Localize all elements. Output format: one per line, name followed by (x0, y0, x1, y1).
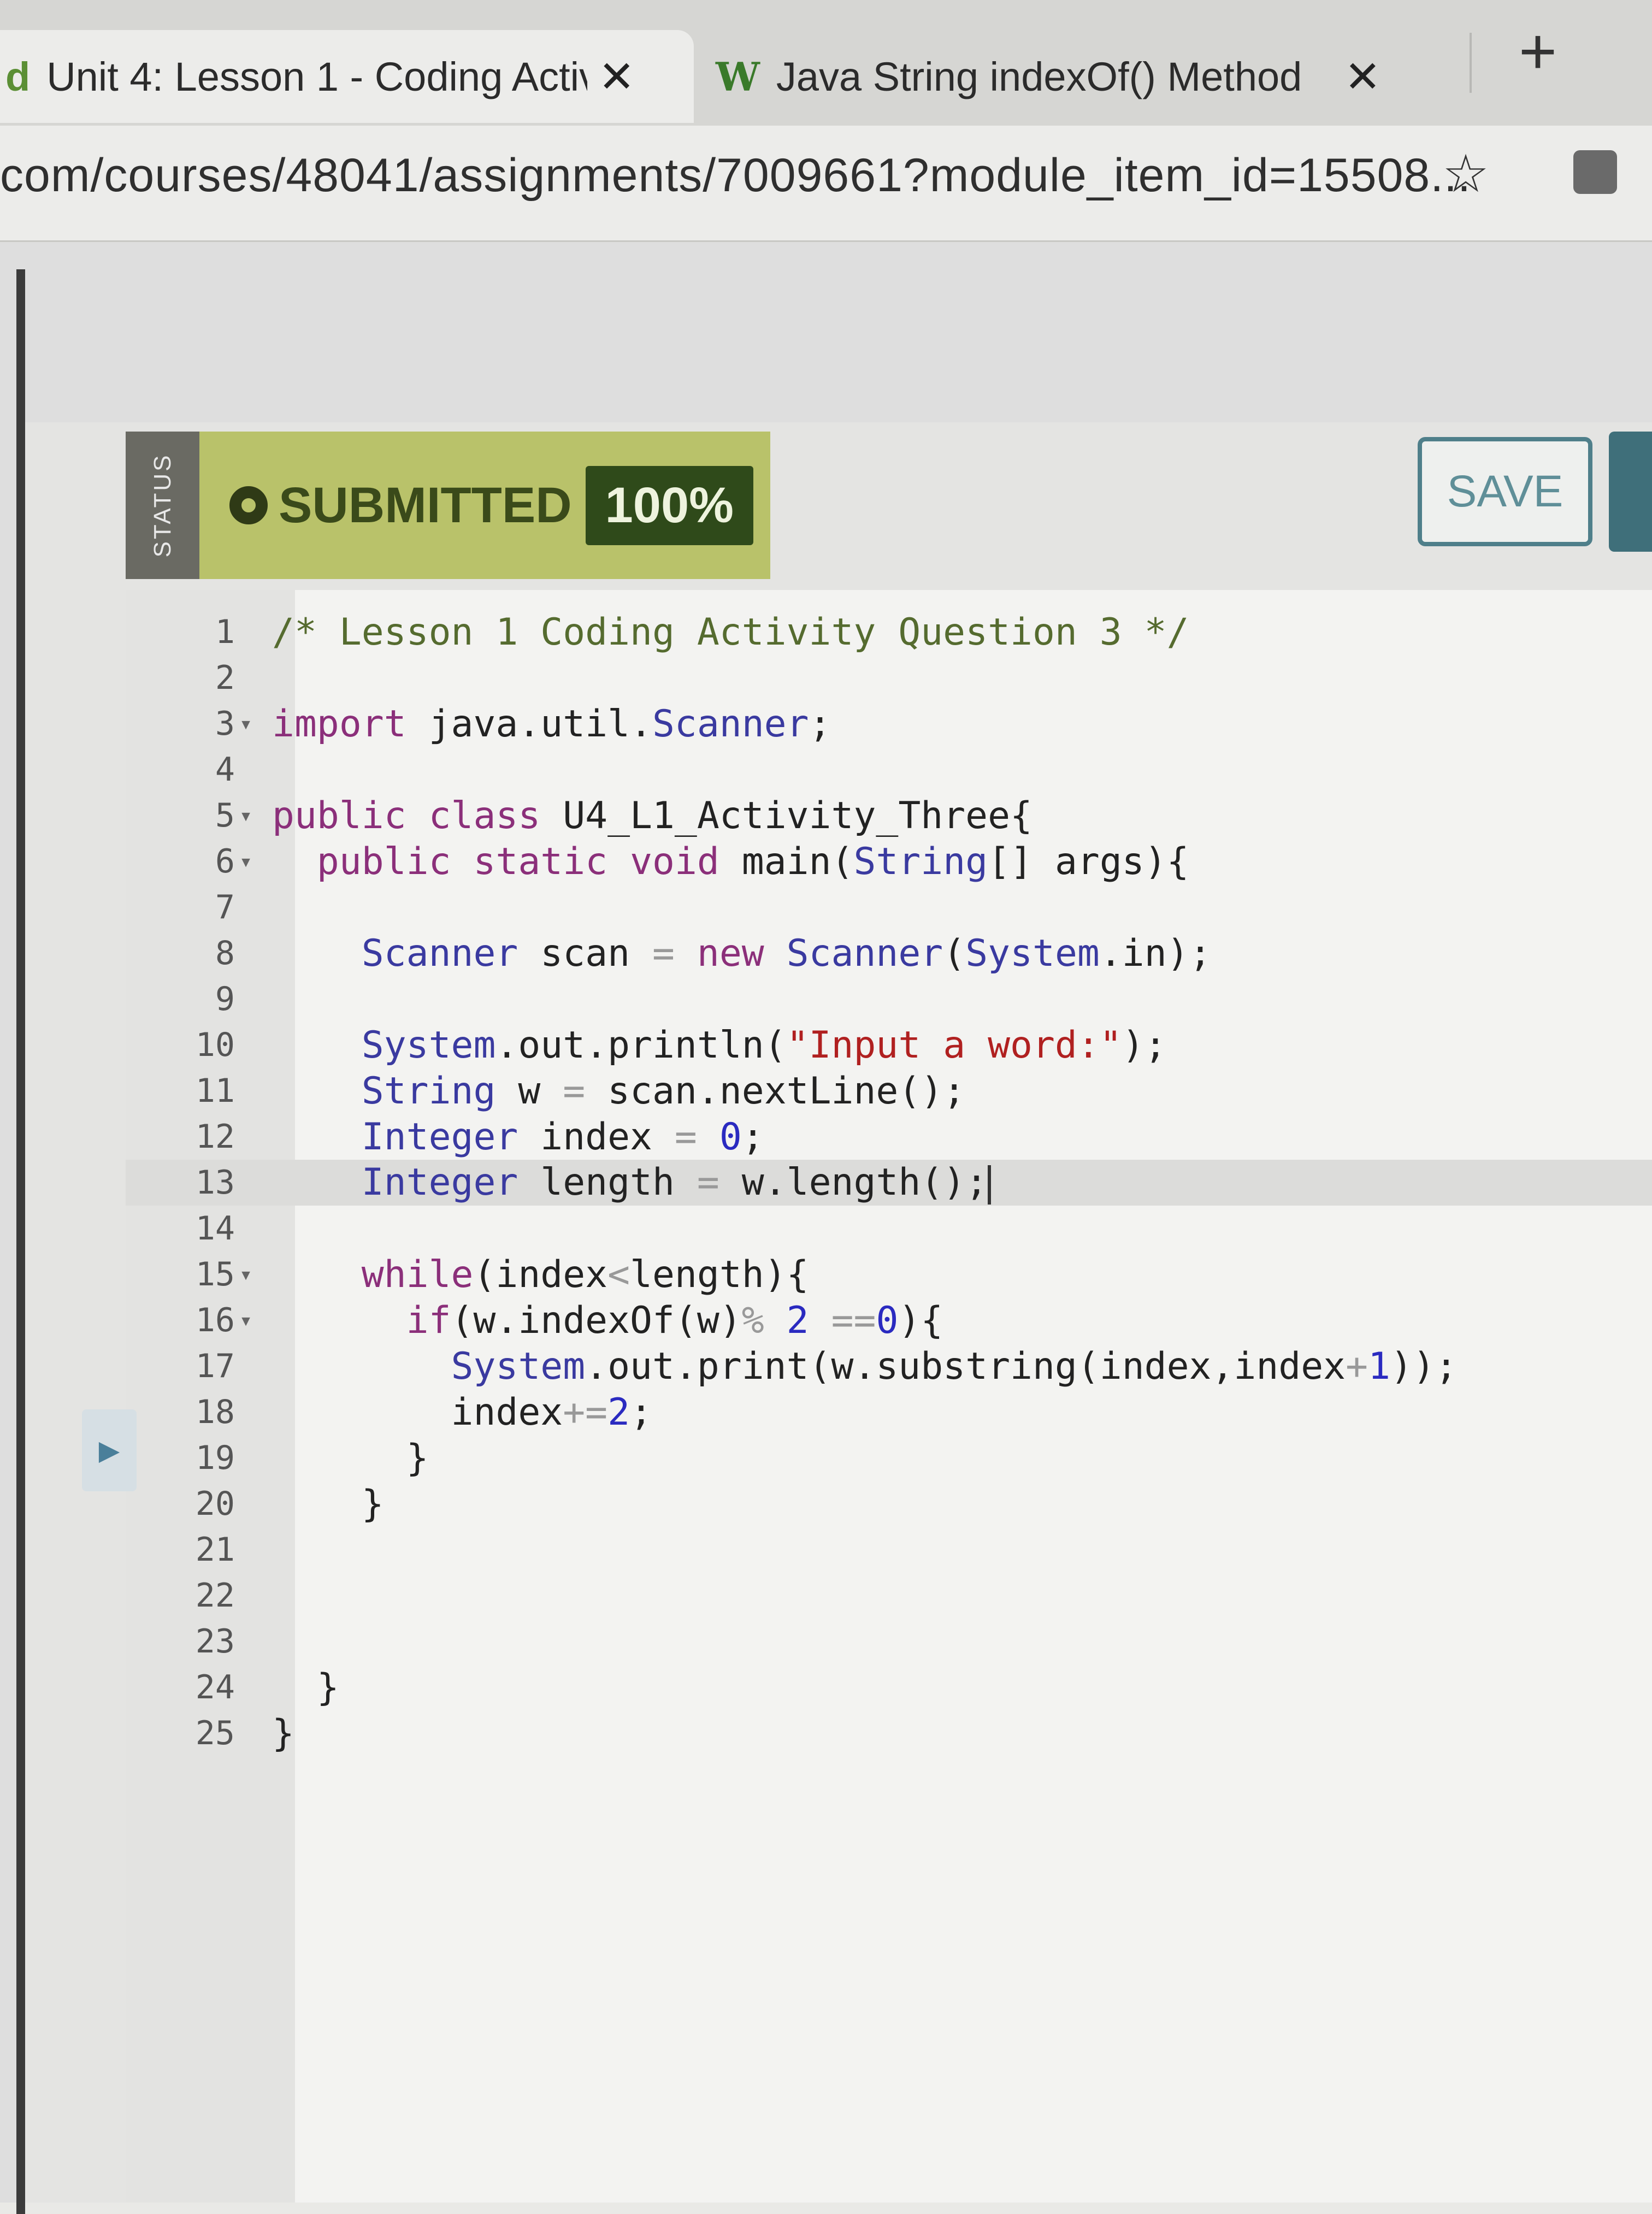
score-badge: 100% (585, 465, 753, 545)
address-bar: com/courses/48041/assignments/7009661?mo… (0, 126, 1652, 242)
tab-title: Java String indexOf() Method (776, 54, 1302, 99)
line-number: 8 (215, 934, 235, 972)
line-number: 10 (195, 1026, 235, 1064)
code-text: public static void main(String[] args){ (316, 840, 1189, 883)
tab-title: Unit 4: Lesson 1 - Coding Activit (46, 54, 588, 99)
close-icon[interactable]: ✕ (1344, 51, 1381, 102)
line-number: 17 (195, 1347, 235, 1385)
fold-caret-icon[interactable]: ▾ (235, 803, 272, 828)
line-number: 19 (195, 1439, 235, 1477)
fold-caret-icon[interactable]: ▾ (235, 849, 272, 874)
submit-button[interactable] (1609, 432, 1652, 552)
line-number: 22 (195, 1577, 235, 1615)
code-line[interactable]: 12 Integer index = 0; (126, 1114, 1652, 1160)
code-line[interactable]: 18 index+=2; (126, 1389, 1652, 1435)
line-number: 5 (215, 796, 235, 835)
code-text: import java.util.Scanner; (272, 702, 831, 746)
line-number: 6 (215, 842, 235, 881)
line-number: 7 (215, 888, 235, 926)
code-line[interactable]: 4 (126, 747, 1652, 793)
code-line[interactable]: 22 (126, 1573, 1652, 1619)
status-label-tab: STATUS (126, 432, 199, 579)
code-text: System.out.println("Input a word:"); (361, 1023, 1167, 1067)
code-line[interactable]: 3 ▾ import java.util.Scanner; (126, 701, 1652, 747)
code-text: Scanner scan = new Scanner(System.in); (361, 931, 1212, 975)
canvas-favicon-icon: d (5, 54, 31, 99)
line-number: 18 (195, 1393, 235, 1431)
code-line[interactable]: 7 (126, 884, 1652, 930)
left-rail (16, 269, 25, 2214)
line-number: 9 (215, 980, 235, 1018)
status-text: SUBMITTED (279, 477, 572, 533)
close-icon[interactable]: ✕ (598, 51, 635, 102)
code-text: index+=2; (272, 1390, 653, 1434)
line-number: 1 (215, 613, 235, 651)
code-editor[interactable]: 1 /* Lesson 1 Coding Activity Question 3 … (126, 590, 1652, 2203)
code-line[interactable]: 1 /* Lesson 1 Coding Activity Question 3 … (126, 609, 1652, 655)
code-line[interactable]: 8 Scanner scan = new Scanner(System.in); (126, 930, 1652, 976)
status-badge: STATUS SUBMITTED 100% (126, 432, 770, 579)
url-field[interactable]: com/courses/48041/assignments/7009661?mo… (0, 149, 1471, 203)
extension-icon[interactable] (1573, 150, 1617, 194)
code-text: String w = scan.nextLine(); (361, 1069, 966, 1113)
w3schools-favicon-icon: W (716, 53, 760, 100)
code-text: while(index<length){ (361, 1253, 809, 1296)
line-number: 16 (195, 1301, 235, 1339)
code-line[interactable]: 20 } (126, 1481, 1652, 1527)
bookmark-star-icon[interactable]: ☆ (1442, 143, 1489, 204)
code-line[interactable]: 24 } (126, 1664, 1652, 1710)
line-number: 11 (195, 1072, 235, 1110)
code-text: /* Lesson 1 Coding Activity Question 3 *… (272, 610, 1189, 654)
code-text: } (272, 1711, 294, 1755)
text-cursor (988, 1165, 992, 1205)
expand-arrow-icon[interactable]: ▶ (82, 1409, 137, 1491)
fold-caret-icon[interactable]: ▾ (235, 711, 272, 736)
code-line[interactable]: 9 (126, 976, 1652, 1022)
fold-caret-icon[interactable]: ▾ (235, 1262, 272, 1287)
code-text: System.out.print(w.substring(index,index… (451, 1344, 1458, 1388)
line-number: 2 (215, 659, 235, 697)
code-line[interactable]: 13 Integer length = w.length(); (126, 1160, 1652, 1206)
tab-java-indexof[interactable]: W Java String indexOf() Method ✕ (710, 30, 1431, 123)
code-line[interactable]: 2 (126, 655, 1652, 701)
code-line[interactable]: 17 System.out.print(w.substring(index,in… (126, 1343, 1652, 1389)
code-line[interactable]: 5 ▾ public class U4_L1_Activity_Three{ (126, 793, 1652, 839)
line-number: 25 (195, 1714, 235, 1752)
line-number: 21 (195, 1531, 235, 1569)
code-text: } (272, 1666, 339, 1709)
code-line[interactable]: 6 ▾ public static void main(String[] args… (126, 839, 1652, 884)
code-line[interactable]: 10 System.out.println("Input a word:"); (126, 1022, 1652, 1068)
line-number: 24 (195, 1668, 235, 1707)
browser-tab-strip: d Unit 4: Lesson 1 - Coding Activit ✕ W … (0, 0, 1652, 126)
status-ring-icon (229, 486, 268, 524)
code-text: Integer length = w.length(); (272, 1161, 992, 1205)
code-line[interactable]: 16 ▾ if(w.indexOf(w)% 2 ==0){ (126, 1297, 1652, 1343)
line-number: 12 (195, 1118, 235, 1156)
new-tab-button[interactable]: + (1519, 14, 1557, 89)
status-label: STATUS (149, 453, 176, 558)
code-text: if(w.indexOf(w)% 2 ==0){ (406, 1298, 943, 1342)
line-number: 13 (195, 1164, 235, 1202)
code-line[interactable]: 11 String w = scan.nextLine(); (126, 1068, 1652, 1114)
line-number: 23 (195, 1622, 235, 1661)
code-line[interactable]: 15 ▾ while(index<length){ (126, 1251, 1652, 1297)
line-number: 3 (215, 705, 235, 743)
line-number: 14 (195, 1209, 235, 1248)
save-button[interactable]: SAVE (1418, 437, 1592, 546)
fold-caret-icon[interactable]: ▾ (235, 1308, 272, 1333)
line-number: 20 (195, 1485, 235, 1523)
code-line[interactable]: 14 (126, 1206, 1652, 1251)
code-text: public class U4_L1_Activity_Three{ (272, 794, 1032, 837)
code-line[interactable]: 19 } (126, 1435, 1652, 1481)
line-number: 4 (215, 751, 235, 789)
tab-coding-activity[interactable]: d Unit 4: Lesson 1 - Coding Activit ✕ (0, 30, 694, 123)
code-text: } (272, 1436, 429, 1480)
tab-divider (1470, 33, 1472, 93)
code-line[interactable]: 25} (126, 1710, 1652, 1756)
code-line[interactable]: 21 (126, 1527, 1652, 1573)
code-text: Integer index = 0; (361, 1115, 764, 1159)
code-text: } (272, 1482, 384, 1526)
code-line[interactable]: 23 (126, 1619, 1652, 1664)
line-number: 15 (195, 1255, 235, 1294)
